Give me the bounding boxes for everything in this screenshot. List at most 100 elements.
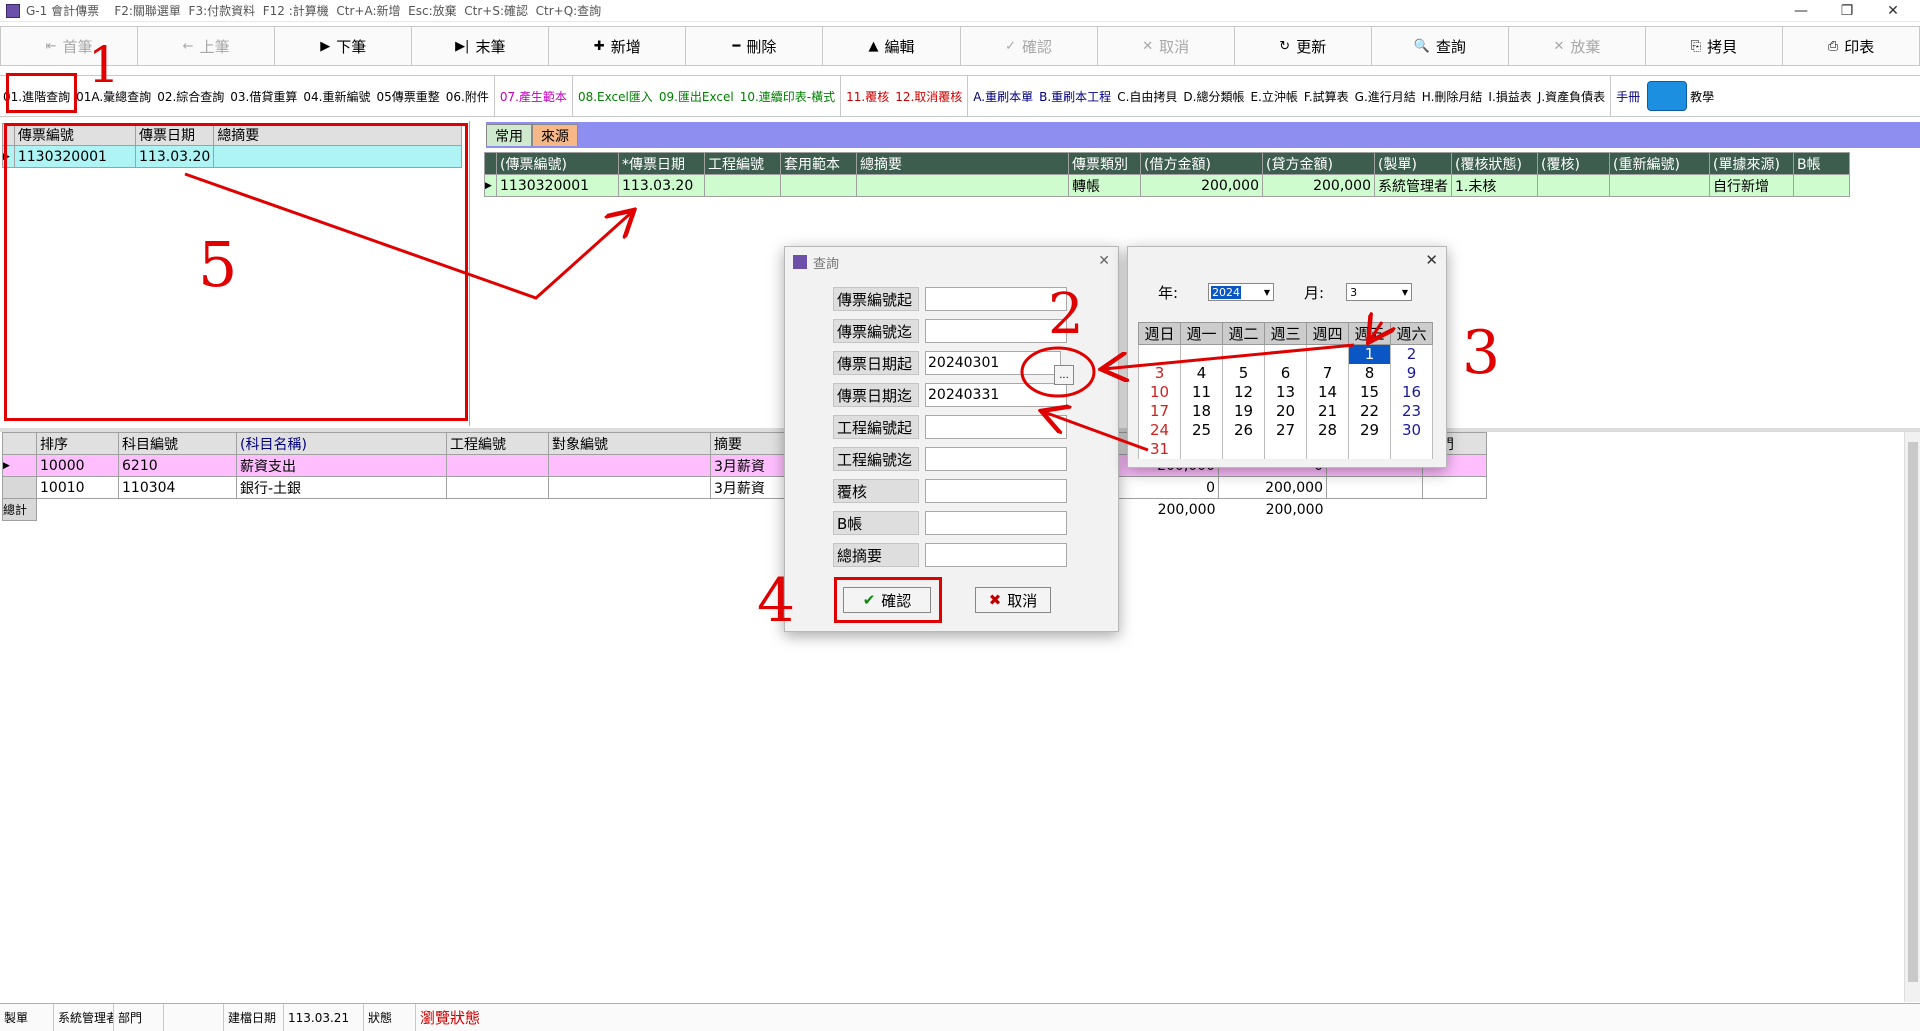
calendar-day[interactable]: 7 (1306, 363, 1349, 383)
function-item[interactable]: 手冊 (1613, 76, 1643, 116)
main-grid-cell[interactable]: 200,000 (1262, 174, 1375, 197)
main-grid-cell[interactable] (1537, 174, 1610, 197)
function-item[interactable]: J.資產負債表 (1535, 76, 1608, 116)
function-item[interactable]: 11.覆核 (843, 76, 892, 116)
toolbar-button-7[interactable]: ✓ 確認 (959, 26, 1097, 66)
toolbar-button-11[interactable]: ✕ 放棄 (1507, 26, 1645, 66)
main-col-header[interactable]: 傳票類別 (1068, 152, 1141, 175)
calendar-day[interactable]: 12 (1222, 382, 1265, 402)
main-col-header[interactable]: 套用範本 (780, 152, 857, 175)
main-grid-cell[interactable]: 自行新增 (1709, 174, 1794, 197)
main-col-header[interactable]: 工程編號 (704, 152, 781, 175)
function-item[interactable]: 10.連續印表-橫式 (737, 76, 838, 116)
main-grid-cell[interactable] (856, 174, 1069, 197)
query-field-input[interactable] (925, 447, 1067, 471)
detail-grid-cell[interactable]: 10010 (36, 476, 119, 499)
toolbar-button-5[interactable]: ━ 刪除 (685, 26, 823, 66)
calendar-day[interactable]: 27 (1264, 420, 1307, 440)
query-field-input[interactable] (925, 383, 1067, 407)
calendar-day[interactable]: 17 (1138, 401, 1181, 421)
detail-col-header[interactable]: (科目名稱) (236, 432, 447, 455)
detail-col-header[interactable]: 排序 (36, 432, 119, 455)
calendar-day[interactable]: 11 (1180, 382, 1223, 402)
query-field-input[interactable] (925, 287, 1067, 311)
month-dropdown[interactable]: 3 ▼ (1346, 283, 1413, 301)
detail-grid-cell[interactable] (1326, 476, 1423, 499)
calendar-day[interactable]: 28 (1306, 420, 1349, 440)
main-grid-cell[interactable] (780, 174, 857, 197)
calendar-day[interactable]: 15 (1348, 382, 1391, 402)
calendar-day[interactable]: 10 (1138, 382, 1181, 402)
calendar-day[interactable]: 30 (1390, 420, 1433, 440)
function-item[interactable]: G.進行月結 (1352, 76, 1419, 116)
query-field-input[interactable] (925, 351, 1061, 375)
calendar-day[interactable]: 16 (1390, 382, 1433, 402)
detail-grid-cell[interactable] (446, 454, 549, 477)
table-row[interactable]: 10010 110304 銀行-土銀 3月薪資 0 200,000 (2, 476, 1487, 499)
function-item[interactable]: 08.Excel匯入 (575, 76, 656, 116)
query-field-input[interactable] (925, 319, 1067, 343)
calendar-day[interactable]: 31 (1138, 439, 1181, 459)
year-dropdown[interactable]: 2024 ▼ (1208, 283, 1275, 301)
detail-grid-cell[interactable] (1422, 476, 1487, 499)
detail-grid-cell[interactable]: 200,000 (1218, 476, 1327, 499)
calendar-day[interactable]: 22 (1348, 401, 1391, 421)
calendar-day[interactable]: 13 (1264, 382, 1307, 402)
toolbar-button-1[interactable]: ← 上筆 (137, 26, 275, 66)
calendar-close-icon[interactable]: ✕ (1425, 251, 1438, 269)
toolbar-button-3[interactable]: ▶| 末筆 (411, 26, 549, 66)
main-col-header[interactable]: (傳票編號) (496, 152, 619, 175)
dialog-close-icon[interactable]: ✕ (1098, 253, 1110, 269)
main-col-header[interactable]: (製單) (1374, 152, 1452, 175)
main-col-header[interactable]: B帳 (1793, 152, 1850, 175)
vertical-scrollbar[interactable] (1904, 432, 1920, 1002)
cancel-button[interactable]: ✖ 取消 (975, 587, 1051, 613)
main-grid-cell[interactable]: 轉帳 (1068, 174, 1141, 197)
main-col-header[interactable]: (借方金額) (1140, 152, 1263, 175)
function-item[interactable]: D.總分類帳 (1180, 76, 1247, 116)
function-item[interactable]: A.重刷本單 (970, 76, 1036, 116)
calendar-day[interactable]: 1 (1348, 344, 1391, 364)
function-item[interactable]: 05傳票重整 (373, 76, 442, 116)
main-col-header[interactable]: 總摘要 (856, 152, 1069, 175)
detail-grid-cell[interactable] (446, 476, 549, 499)
toolbar-button-2[interactable]: ▶ 下筆 (274, 26, 412, 66)
calendar-day[interactable]: 14 (1306, 382, 1349, 402)
toolbar-button-4[interactable]: ✚ 新增 (548, 26, 686, 66)
toolbar-button-8[interactable]: ✕ 取消 (1096, 26, 1234, 66)
query-field-input[interactable] (925, 543, 1067, 567)
detail-col-header[interactable]: 工程編號 (446, 432, 549, 455)
detail-col-header[interactable]: 對象編號 (548, 432, 711, 455)
calendar-day[interactable]: 21 (1306, 401, 1349, 421)
minimize-button[interactable]: — (1778, 0, 1824, 22)
main-col-header[interactable]: (貸方金額) (1262, 152, 1375, 175)
function-item[interactable]: 06.附件 (443, 76, 492, 116)
table-row[interactable]: ▶ 1130320001 113.03.20 轉帳 200,000 200,000 系統管理… (484, 174, 1850, 197)
scroll-thumb[interactable] (1908, 442, 1918, 982)
main-col-header[interactable]: *傳票日期 (618, 152, 705, 175)
help-book-icon[interactable] (1647, 81, 1688, 111)
function-item[interactable]: 12.取消覆核 (892, 76, 965, 116)
main-col-header[interactable]: (覆核) (1537, 152, 1610, 175)
calendar-day[interactable]: 24 (1138, 420, 1181, 440)
calendar-day[interactable]: 3 (1138, 363, 1181, 383)
calendar-day[interactable]: 23 (1390, 401, 1433, 421)
detail-grid-cell[interactable]: 110304 (118, 476, 237, 499)
detail-grid-cell[interactable]: 銀行-土銀 (236, 476, 447, 499)
toolbar-button-6[interactable]: ▲ 編輯 (822, 26, 960, 66)
toolbar-button-13[interactable]: ⎙ 印表 (1782, 26, 1920, 66)
close-button[interactable]: ✕ (1870, 0, 1916, 22)
calendar-day[interactable]: 8 (1348, 363, 1391, 383)
function-item[interactable]: C.自由拷貝 (1114, 76, 1180, 116)
main-grid-cell[interactable] (704, 174, 781, 197)
main-grid-cell[interactable]: 113.03.20 (618, 174, 705, 197)
main-grid-cell[interactable]: 200,000 (1140, 174, 1263, 197)
function-item[interactable]: 02.綜合查詢 (154, 76, 227, 116)
query-field-input[interactable] (925, 479, 1067, 503)
function-item[interactable]: 03.借貸重算 (227, 76, 300, 116)
detail-col-header[interactable]: 科目編號 (118, 432, 237, 455)
detail-grid-cell[interactable]: 10000 (36, 454, 119, 477)
help-label[interactable]: 教學 (1687, 76, 1717, 116)
function-item[interactable]: F.試算表 (1301, 76, 1352, 116)
calendar-day[interactable]: 4 (1180, 363, 1223, 383)
